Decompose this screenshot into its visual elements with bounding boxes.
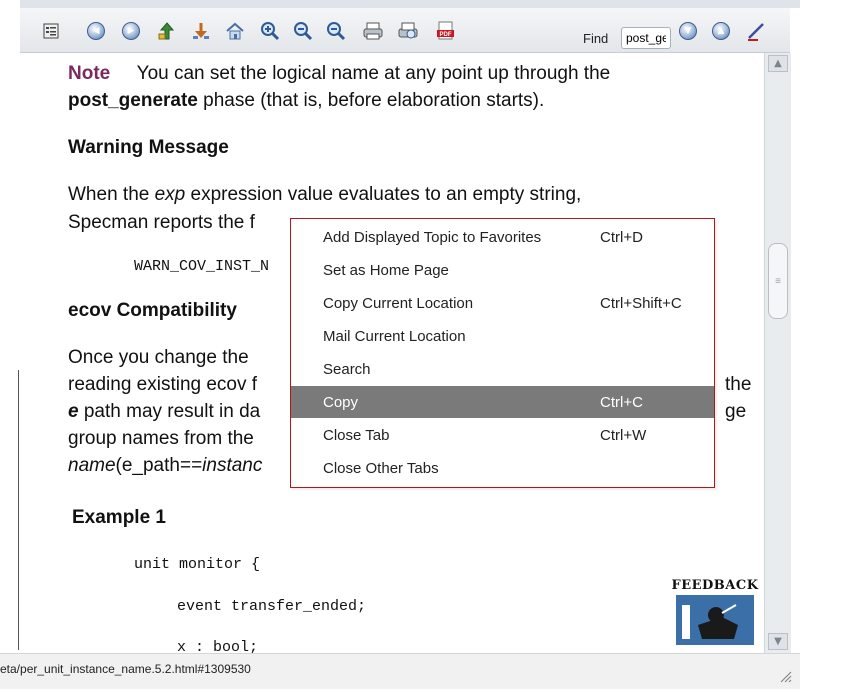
menu-item-label: Set as Home Page xyxy=(323,262,449,279)
menu-item-label: Add Displayed Topic to Favorites xyxy=(323,229,542,246)
code-line-2: event transfer_ended; xyxy=(177,598,367,615)
note-text: You can set the logical name at any poin… xyxy=(136,63,611,84)
example-heading: Example 1 xyxy=(72,507,166,528)
menu-item-copy[interactable]: Copy Ctrl+C xyxy=(291,386,714,418)
menu-item-label: Close Other Tabs xyxy=(323,460,439,477)
note-paragraph-line-1: Note You can set the logical name at any… xyxy=(68,61,610,87)
window-left-border xyxy=(18,370,19,650)
find-label: Find xyxy=(583,31,609,46)
menu-item-label: Close Tab xyxy=(323,427,390,444)
ecov-line-1: Once you change the xyxy=(68,347,249,368)
ecov-heading: ecov Compatibility xyxy=(68,300,237,321)
note-paragraph-line-2: post_generate phase (that is, before ela… xyxy=(68,88,544,114)
status-url: eta/per_unit_instance_name.5.2.html#1309… xyxy=(0,662,251,676)
sync-toc-icon[interactable] xyxy=(40,20,62,42)
find-previous-icon[interactable]: ▲ xyxy=(710,20,732,42)
scroll-up-icon[interactable]: ▲ xyxy=(768,55,788,72)
ecov-line-2: reading existing ecov f xyxy=(68,374,258,395)
menu-item-label: Copy Current Location xyxy=(323,295,474,312)
ecov-line-5: name(e_path==instanc xyxy=(68,453,262,479)
warning-line-2: Specman reports the f xyxy=(68,212,255,233)
print-preview-icon[interactable] xyxy=(397,20,419,42)
instance-term: instanc xyxy=(202,455,263,476)
menu-item-close-other-tabs[interactable]: Close Other Tabs xyxy=(291,452,714,484)
warning-line-1: When the exp expression value evaluates … xyxy=(68,182,581,208)
menu-item-copy-current-location[interactable]: Copy Current Location Ctrl+Shift+C xyxy=(291,287,714,319)
warning-heading: Warning Message xyxy=(68,137,229,158)
menu-item-label: Copy xyxy=(323,394,359,411)
up-level-icon[interactable] xyxy=(156,20,178,42)
print-icon[interactable] xyxy=(362,20,384,42)
home-icon[interactable] xyxy=(224,20,246,42)
e-term: e xyxy=(68,401,79,422)
warning-code: WARN_COV_INST_N xyxy=(134,258,270,275)
ecov-line-4: group names from the xyxy=(68,428,254,449)
back-icon[interactable]: ◀ xyxy=(85,20,107,42)
status-bar: eta/per_unit_instance_name.5.2.html#1309… xyxy=(0,653,800,689)
menu-item-close-tab[interactable]: Close Tab Ctrl+W xyxy=(291,419,714,451)
zoom-reset-icon[interactable] xyxy=(325,20,347,42)
feedback-icon xyxy=(676,595,754,645)
name-term: name xyxy=(68,455,116,476)
code-line-1: unit monitor { xyxy=(134,556,261,573)
pdf-icon[interactable]: PDF xyxy=(435,20,457,42)
menu-item-shortcut: Ctrl+C xyxy=(600,394,643,411)
menu-item-shortcut: Ctrl+D xyxy=(600,229,643,246)
ecov-line-3-text: path may result in da xyxy=(78,401,261,422)
resize-grip-icon[interactable] xyxy=(778,669,792,683)
zoom-out-icon[interactable] xyxy=(292,20,314,42)
forward-icon[interactable]: ▶ xyxy=(120,20,142,42)
scroll-down-icon[interactable]: ▼ xyxy=(768,633,788,650)
context-menu: Add Displayed Topic to Favorites Ctrl+D … xyxy=(290,218,715,488)
window-top-strip xyxy=(20,0,800,8)
note-label: Note xyxy=(68,63,111,84)
find-next-icon[interactable]: ▼ xyxy=(677,20,699,42)
ecov-line-3: e path may result in da xyxy=(68,399,260,425)
feedback-label: FEEDBACK xyxy=(671,578,759,593)
menu-item-shortcut: Ctrl+Shift+C xyxy=(600,295,682,312)
menu-item-set-home-page[interactable]: Set as Home Page xyxy=(291,254,714,286)
zoom-in-icon[interactable] xyxy=(259,20,281,42)
menu-item-label: Search xyxy=(323,361,371,378)
ecov-line-5-text: (e_path== xyxy=(115,455,203,476)
find-input[interactable] xyxy=(621,27,671,49)
warning-text-rest: expression value evaluates to an empty s… xyxy=(185,184,582,205)
menu-item-shortcut: Ctrl+W xyxy=(600,427,647,444)
post-generate-term: post_generate xyxy=(68,90,198,111)
highlight-icon[interactable] xyxy=(745,20,767,42)
ecov-line-2-end: the xyxy=(725,374,752,395)
menu-item-search[interactable]: Search xyxy=(291,353,714,385)
note-text-rest: phase (that is, before elaboration start… xyxy=(197,90,545,111)
scrollbar-thumb[interactable]: ≡ xyxy=(768,243,788,319)
ecov-line-3-end: ge xyxy=(725,401,747,422)
menu-item-add-favorites[interactable]: Add Displayed Topic to Favorites Ctrl+D xyxy=(291,221,714,253)
code-line-3: x : bool; xyxy=(177,639,259,653)
warning-text: When the xyxy=(68,184,155,205)
bookmarks-icon[interactable] xyxy=(190,20,212,42)
toolbar: ◀ ▶ PDF Find ▼ ▲ xyxy=(20,8,790,53)
menu-item-label: Mail Current Location xyxy=(323,328,466,345)
exp-term: exp xyxy=(154,184,186,205)
svg-text:PDF: PDF xyxy=(440,32,452,38)
menu-item-mail-current-location[interactable]: Mail Current Location xyxy=(291,320,714,352)
feedback-button[interactable]: FEEDBACK xyxy=(668,578,762,648)
vertical-scrollbar[interactable]: ▲ ≡ ▼ xyxy=(764,53,791,653)
